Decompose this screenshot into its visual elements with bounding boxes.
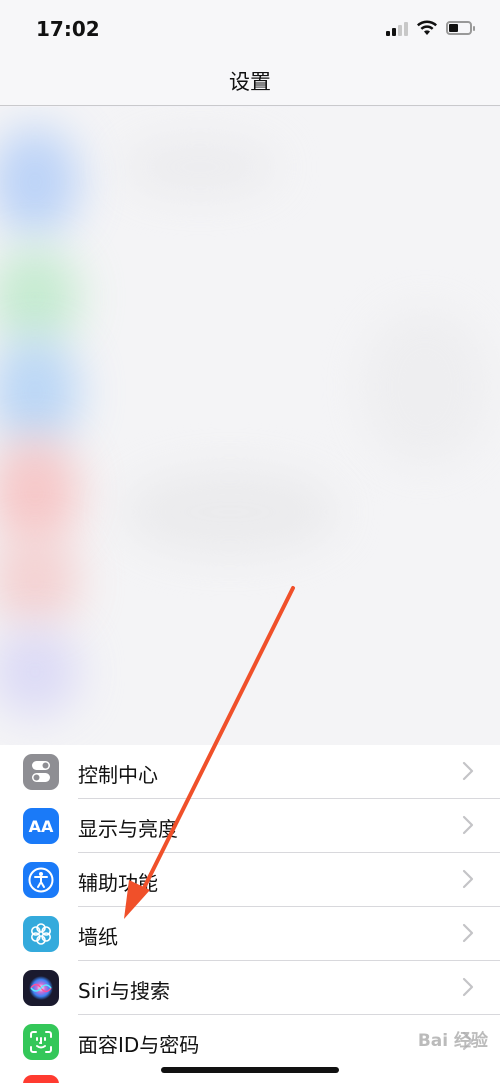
status-icons (386, 20, 475, 36)
watermark: Bai 经验 (417, 1031, 488, 1051)
settings-item-wallpaper[interactable]: 墙纸 (0, 907, 500, 961)
battery-fill (449, 24, 458, 32)
blurred-region (0, 107, 500, 760)
settings-item-siri-search[interactable]: Siri与搜索 (0, 961, 500, 1015)
settings-item-label: 辅助功能 (78, 871, 158, 895)
signal-icon (386, 20, 408, 36)
settings-item-label: 显示与亮度 (78, 817, 178, 841)
wallpaper-icon (23, 916, 59, 952)
nav-bar: 设置 (0, 58, 500, 106)
chevron-right-icon (462, 815, 474, 835)
settings-item-control-center[interactable]: 控制中心 (0, 745, 500, 799)
siri-icon (23, 970, 59, 1006)
chevron-right-icon (462, 761, 474, 781)
page-title: 设置 (229, 70, 271, 94)
control-center-icon (23, 754, 59, 790)
settings-item-label: 控制中心 (78, 763, 158, 787)
settings-item-label: 墙纸 (78, 925, 118, 949)
partial-next-row-icon (23, 1075, 59, 1083)
status-time: 17:02 (36, 17, 100, 41)
wifi-icon (416, 20, 438, 36)
settings-item-label: Siri与搜索 (78, 979, 171, 1003)
status-bar: 17:02 (0, 0, 500, 58)
display-brightness-icon: AA (23, 808, 59, 844)
accessibility-icon (23, 862, 59, 898)
chevron-right-icon (462, 869, 474, 889)
settings-screen: 17:02 设置 控制中心 AA 显示与亮度 辅助功能 墙纸 Siri与搜索 面… (0, 0, 500, 1083)
settings-item-display-brightness[interactable]: AA 显示与亮度 (0, 799, 500, 853)
battery-icon (446, 21, 475, 35)
settings-item-label: 面容ID与密码 (78, 1033, 200, 1057)
settings-item-accessibility[interactable]: 辅助功能 (0, 853, 500, 907)
chevron-right-icon (462, 977, 474, 997)
home-indicator[interactable] (161, 1067, 339, 1073)
chevron-right-icon (462, 923, 474, 943)
face-id-icon (23, 1024, 59, 1060)
